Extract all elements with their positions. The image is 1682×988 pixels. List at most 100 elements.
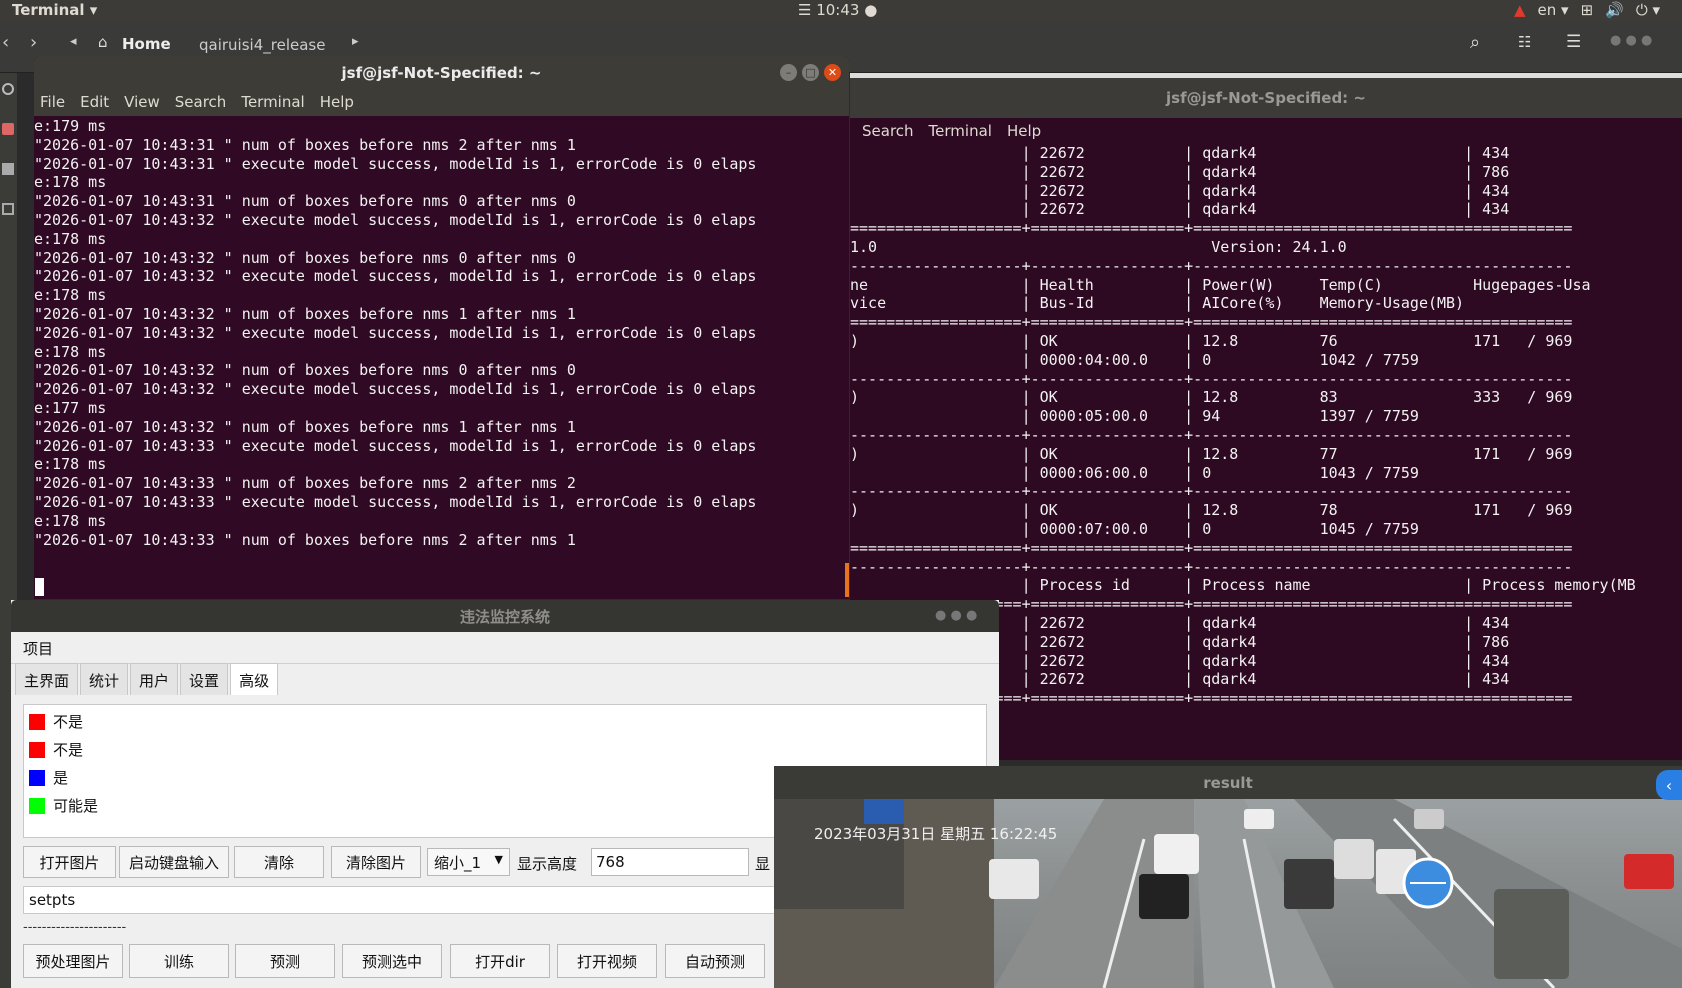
window-buttons-icon[interactable]: ● ● ● [1610,33,1652,48]
clear-image-button[interactable]: 清除图片 [331,846,421,878]
scrollbar-thumb[interactable] [845,563,849,597]
result-window: result 2023年03月31日 星期五 16:22:45 ‹ [774,766,1682,988]
tab-main[interactable]: 主界面 [15,663,79,695]
grid-icon[interactable]: ☷ [1518,33,1531,51]
terminal-line: -------------------+-----------------+--… [850,256,1573,275]
open-image-button[interactable]: 打开图片 [23,846,116,878]
app-window-buttons[interactable]: ● ● ● [935,608,977,623]
legend-label: 不是 [53,741,84,759]
app-menu-item[interactable]: 项目 [23,638,53,659]
warning-icon[interactable]: ▲ [1514,1,1526,19]
tab-users[interactable]: 用户 [130,663,179,695]
terminal-line: -------------------+-----------------+--… [850,557,1573,576]
path-right-icon[interactable]: ▸ [352,34,359,49]
forward-icon[interactable]: › [30,32,37,53]
terminal-line: e:178 ms [34,455,107,474]
tab-stats[interactable]: 统计 [80,663,129,695]
clear-button[interactable]: 清除 [234,846,324,878]
video-timestamp: 2023年03月31日 星期五 16:22:45 [814,825,1058,843]
menu-help[interactable]: Help [320,93,354,111]
menu-file[interactable]: File [40,93,65,111]
display-height-input[interactable]: 768 [591,848,749,876]
keyboard-input-button[interactable]: 启动键盘输入 [119,846,229,878]
home-path-button[interactable]: Home [122,35,171,53]
tab-settings[interactable]: 设置 [180,663,229,695]
volume-icon[interactable]: 🔊 [1605,1,1624,19]
more-label: 显 [755,855,771,873]
terminal-line: "2026-01-07 10:43:31 " num of boxes befo… [34,135,576,154]
menu-search[interactable]: Search [862,122,914,140]
legend-label: 可能是 [53,797,99,815]
auto-predict-button[interactable]: 自动预测 [665,944,765,978]
top-panel: Terminal ▾ ☰ 10:43 ● ▲ en ▾ ⊞ 🔊 ⏻ ▾ [0,0,1682,21]
terminal-line: "2026-01-07 10:43:32 " num of boxes befo… [34,248,576,267]
clock[interactable]: ☰ 10:43 ● [798,1,877,19]
chevron-down-icon: ▼ [494,853,503,866]
terminal-line: "2026-01-07 10:43:31 " num of boxes befo… [34,192,576,211]
terminal-line: e:179 ms [34,117,107,135]
menu-terminal[interactable]: Terminal [241,93,304,111]
legend-label: 不是 [53,713,84,731]
path-left-icon[interactable]: ◂ [70,34,77,49]
terminal-line: ===================+=================+==… [850,538,1573,557]
predict-button[interactable]: 预测 [235,944,335,978]
menu-terminal[interactable]: Terminal [929,122,992,140]
terminal-line: "2026-01-07 10:43:33 " execute model suc… [34,436,757,455]
power-icon[interactable]: ⏻ ▾ [1636,1,1660,19]
menu-help[interactable]: Help [1007,122,1041,140]
terminal-line: | 22672 | qdark4 | 434 [850,181,1510,200]
terminal-line: ) | OK | 12.8 78 171 / 969 [850,501,1573,520]
terminal-line: -------------------+-----------------+--… [850,369,1573,388]
folder-path-button[interactable]: qairuisi4_release [199,36,325,54]
legend-label: 是 [53,769,69,787]
minimize-button[interactable]: – [780,64,797,81]
launcher-icon[interactable] [2,123,14,135]
terminal-line: | 22672 | qdark4 | 434 [850,144,1510,162]
open-dir-button[interactable]: 打开dir [450,944,550,978]
terminal-line: | Process id | Process name | Process me… [850,576,1636,595]
terminal-line: | 0000:06:00.0 | 0 1043 / 7759 [850,463,1419,482]
terminal-line: ===================+=================+==… [850,219,1573,238]
launcher-icon[interactable] [2,83,14,95]
terminal-line: | 0000:05:00.0 | 94 1397 / 7759 [850,407,1419,426]
terminal-line: 1.0 Version: 24.1.0 [850,238,1347,256]
legend-swatch [29,797,45,814]
preprocess-image-button[interactable]: 预处理图片 [23,944,123,978]
home-icon[interactable]: ⌂ [98,33,108,51]
video-frame[interactable]: 2023年03月31日 星期五 16:22:45 [774,799,1682,988]
menu-view[interactable]: View [124,93,160,111]
close-button[interactable]: ✕ [824,64,841,81]
terminal-line: ne | Health | Power(W) Temp(C) Hugepages… [850,275,1591,294]
terminal-output[interactable]: e:179 ms "2026-01-07 10:43:31 " num of bo… [34,116,849,596]
terminal-line: "2026-01-07 10:43:32 " execute model suc… [34,380,757,399]
app-menu[interactable]: Terminal ▾ [12,1,97,19]
maximize-button[interactable]: □ [802,64,819,81]
terminal-line: "2026-01-07 10:43:33 " execute model suc… [34,493,757,511]
legend-item: 可能是 [29,795,98,816]
launcher-icon[interactable] [2,203,14,215]
language-indicator[interactable]: en ▾ [1538,1,1569,19]
terminal-line: ) | OK | 12.8 77 171 / 969 [850,444,1573,463]
terminal-line: e:178 ms [34,342,107,361]
terminal-line: "2026-01-07 10:43:33 " num of boxes befo… [34,530,576,549]
desktop: Terminal ▾ ☰ 10:43 ● ▲ en ▾ ⊞ 🔊 ⏻ ▾ ‹ › … [0,0,1682,988]
menu-edit[interactable]: Edit [80,93,109,111]
terminal-line: "2026-01-07 10:43:32 " execute model suc… [34,211,757,229]
network-icon[interactable]: ⊞ [1581,1,1594,19]
scale-select-value: 缩小_1 [434,853,482,872]
predict-selected-button[interactable]: 预测选中 [342,944,442,978]
back-icon[interactable]: ‹ [2,32,9,53]
train-button[interactable]: 训练 [129,944,229,978]
menu-icon[interactable]: ☰ [1566,32,1581,52]
open-video-button[interactable]: 打开视频 [557,944,657,978]
launcher-icon[interactable] [2,163,14,175]
side-collapse-button[interactable]: ‹ [1656,770,1682,800]
terminal-line: ===================+=================+==… [850,313,1573,332]
tab-advanced[interactable]: 高级 [230,663,279,695]
search-icon[interactable]: ⌕ [1470,32,1480,53]
terminal-line: e:178 ms [34,229,107,248]
scale-select[interactable]: 缩小_1 ▼ [427,848,510,876]
menu-search[interactable]: Search [175,93,227,111]
legend-item: 不是 [29,739,83,760]
terminal-line: "2026-01-07 10:43:32 " num of boxes befo… [34,361,576,380]
